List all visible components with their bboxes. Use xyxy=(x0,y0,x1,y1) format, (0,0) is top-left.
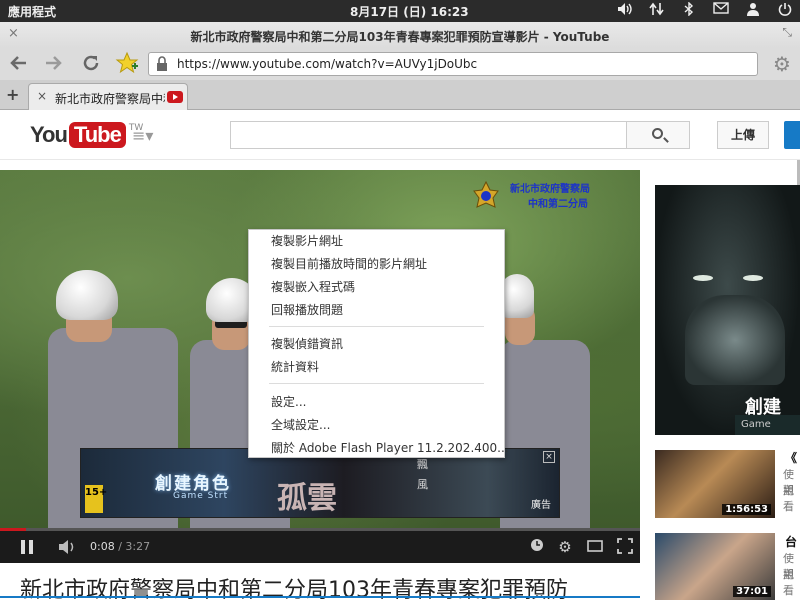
video-title: 新北市政府警察局中和第二分局103年青春專案犯罪預防 xyxy=(20,578,568,603)
related-video-title[interactable]: 《 xyxy=(785,450,797,466)
menu-copy-embed-code[interactable]: 複製嵌入程式碼 xyxy=(249,277,504,297)
tab-youtube-video[interactable]: × 新北市政府警察局中和第二分局103年青春專案犯罪預防宣導影片 xyxy=(28,83,188,110)
ad-small-text: 飄風 xyxy=(417,458,428,491)
player-controls: 0:08 / 3:27 ⚙ xyxy=(0,531,640,563)
menu-global-settings[interactable]: 全域設定... xyxy=(249,415,504,435)
menu-copy-video-url[interactable]: 複製影片網址 xyxy=(249,231,504,251)
ad-close-button[interactable]: × xyxy=(543,451,555,463)
search-button[interactable] xyxy=(626,121,690,149)
current-time: 0:08 xyxy=(90,540,115,553)
sidebar-ad-button[interactable]: Game xyxy=(735,415,800,435)
url-text: https://www.youtube.com/watch?v=AUVy1jDo… xyxy=(177,57,478,71)
sign-in-button[interactable] xyxy=(784,121,800,149)
system-clock[interactable]: 8月17日 (日) 16:23 xyxy=(350,3,469,20)
window-title: 新北市政府警察局中和第二分局103年青春專案犯罪預防宣導影片 - YouTube xyxy=(190,30,610,44)
police-badge-icon xyxy=(473,180,499,208)
ad-subline: Game Strt xyxy=(173,491,229,501)
menu-copy-debug-info[interactable]: 複製偵錯資訊 xyxy=(249,334,504,354)
blue-divider xyxy=(0,596,640,598)
bookmark-star-icon[interactable] xyxy=(114,51,139,74)
watch-later-icon[interactable] xyxy=(528,538,546,556)
related-video-duration: 37:01 xyxy=(733,586,771,597)
power-icon[interactable] xyxy=(776,2,794,20)
related-video-thumbnail[interactable]: 37:01 xyxy=(655,533,775,600)
system-tray xyxy=(616,1,794,20)
related-video-duration: 1:56:53 xyxy=(722,504,771,515)
related-video-views: 觀看 xyxy=(783,484,794,513)
window-maximize-icon[interactable]: ⤡ xyxy=(782,25,792,40)
menu-about-flash[interactable]: 關於 Adobe Flash Player 11.2.202.400... xyxy=(249,438,509,458)
related-video-title[interactable]: 台 xyxy=(785,534,797,550)
youtube-header: You Tube TW ≡▾ 上傳 xyxy=(0,110,800,160)
logo-you-text: You xyxy=(30,122,68,147)
bluetooth-icon[interactable] xyxy=(680,1,698,20)
watermark-line1: 新北市政府警察局 xyxy=(510,184,590,195)
forward-arrow-icon[interactable] xyxy=(42,53,64,75)
menu-settings[interactable]: 設定... xyxy=(249,392,504,412)
volume-icon[interactable] xyxy=(616,2,634,20)
menu-stats[interactable]: 統計資料 xyxy=(249,357,504,377)
video-watermark: 新北市政府警察局 中和第二分局 xyxy=(510,182,590,212)
tab-strip: + × 新北市政府警察局中和第二分局103年青春專案犯罪預防宣導影片 xyxy=(0,80,800,110)
youtube-logo[interactable]: You Tube TW xyxy=(30,121,143,149)
new-tab-button[interactable]: + xyxy=(6,85,19,104)
tab-label: 新北市政府警察局中和第二分局103年青春專案犯罪預防宣導影片 xyxy=(55,92,165,106)
playback-time: 0:08 / 3:27 xyxy=(90,540,150,553)
ad-art xyxy=(693,275,713,281)
youtube-favicon-icon xyxy=(167,91,183,103)
user-icon[interactable] xyxy=(744,2,762,20)
network-icon[interactable] xyxy=(648,2,666,20)
ad-art xyxy=(685,295,785,385)
address-bar[interactable]: https://www.youtube.com/watch?v=AUVy1jDo… xyxy=(148,52,758,76)
menu-copy-video-url-at-time[interactable]: 複製目前播放時間的影片網址 xyxy=(249,254,504,274)
menu-separator xyxy=(269,383,484,384)
sidebar-ad[interactable]: 創建 Game xyxy=(655,185,800,435)
upload-button[interactable]: 上傳 xyxy=(717,121,769,149)
guide-menu-icon[interactable]: ≡▾ xyxy=(132,126,153,145)
age-rating-badge: 15+ xyxy=(85,485,107,513)
theater-mode-icon[interactable] xyxy=(586,538,604,556)
search-input[interactable] xyxy=(230,121,627,149)
settings-gear-icon[interactable]: ⚙ xyxy=(556,538,574,556)
navigation-toolbar: https://www.youtube.com/watch?v=AUVy1jDo… xyxy=(0,48,800,80)
system-top-bar: 應用程式 8月17日 (日) 16:23 xyxy=(0,0,800,22)
ad-label: 廣告 xyxy=(531,500,551,511)
ad-game-name: 孤雲 xyxy=(277,481,337,516)
watermark-line2: 中和第二分局 xyxy=(528,199,588,210)
applications-menu[interactable]: 應用程式 xyxy=(8,3,56,20)
volume-icon[interactable] xyxy=(58,539,80,555)
overlay-ad[interactable]: 15+ 創建角色 Game Strt 孤雲 飄風 × 廣告 xyxy=(80,448,560,518)
window-titlebar: × 新北市政府警察局中和第二分局103年青春專案犯罪預防宣導影片 - YouTu… xyxy=(0,22,800,48)
menu-report-playback-issue[interactable]: 回報播放問題 xyxy=(249,300,504,320)
flash-context-menu: 複製影片網址 複製目前播放時間的影片網址 複製嵌入程式碼 回報播放問題 複製偵錯… xyxy=(248,229,509,458)
related-video-views: 觀看 xyxy=(783,568,794,597)
pause-icon[interactable] xyxy=(20,540,34,554)
logo-tube-text: Tube xyxy=(68,122,126,148)
back-arrow-icon[interactable] xyxy=(8,53,30,75)
menu-separator xyxy=(269,326,484,327)
tab-close-icon[interactable]: × xyxy=(37,89,47,103)
mail-icon[interactable] xyxy=(712,2,730,20)
ad-art xyxy=(743,275,763,281)
total-duration: / 3:27 xyxy=(118,540,151,553)
lock-icon xyxy=(155,56,169,72)
gear-icon[interactable]: ⚙ xyxy=(770,52,794,76)
search-icon xyxy=(652,128,663,139)
fullscreen-icon[interactable] xyxy=(616,538,634,556)
related-video-thumbnail[interactable]: 1:56:53 xyxy=(655,450,775,518)
reload-icon[interactable] xyxy=(80,53,102,75)
